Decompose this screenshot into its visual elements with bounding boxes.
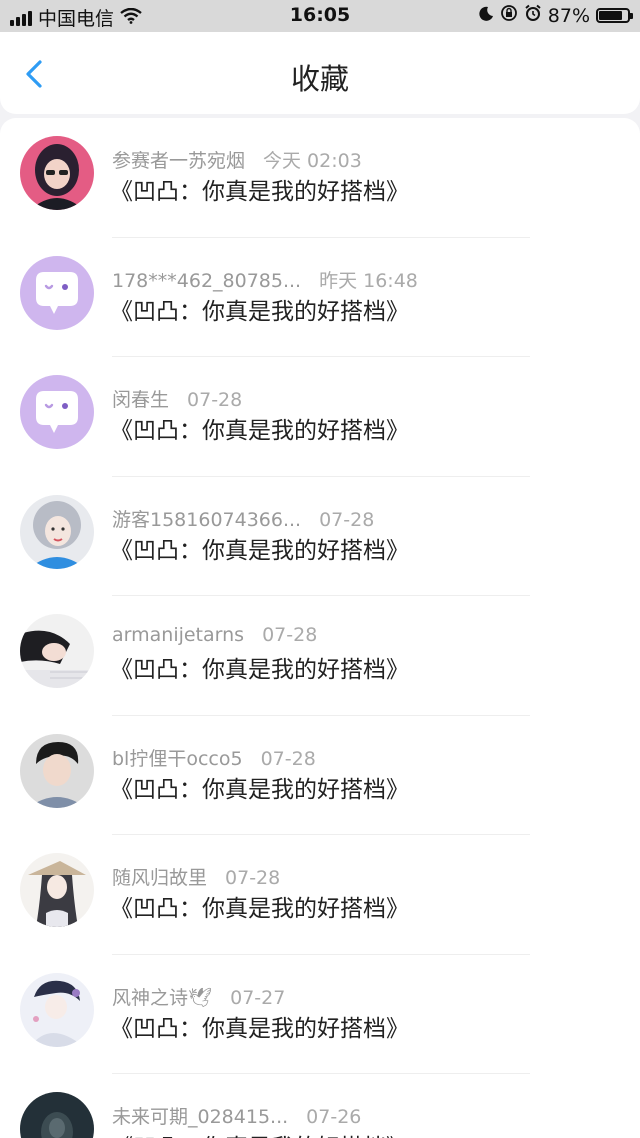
item-meta: 风神之诗🕊 07-27 bbox=[112, 983, 285, 1010]
avatar[interactable] bbox=[20, 255, 94, 330]
user-name: 闵春生 bbox=[112, 389, 170, 411]
item-time: 07-28 bbox=[187, 389, 243, 411]
user-name: 178***462_80785... bbox=[112, 269, 302, 292]
item-title: 《凹凸：你真是我的好搭档》 bbox=[110, 1128, 409, 1138]
status-bar: 中国电信 16:05 87% bbox=[0, 0, 640, 32]
list-item[interactable]: 未来可期_028415... 07-26 《凹凸：你真是我的好搭档》 bbox=[0, 1074, 640, 1138]
item-meta: 游客15816074366... 07-28 bbox=[112, 505, 374, 532]
user-name: 游客15816074366... bbox=[112, 508, 302, 531]
avatar[interactable] bbox=[20, 494, 94, 569]
nav-bar: 收藏 bbox=[0, 32, 640, 114]
rotation-lock-icon bbox=[500, 4, 518, 27]
avatar[interactable] bbox=[20, 853, 94, 927]
item-meta: 未来可期_028415... 07-26 bbox=[112, 1102, 361, 1129]
status-right: 87% bbox=[478, 4, 633, 27]
avatar[interactable] bbox=[20, 733, 94, 808]
user-name: 未来可期_028415... bbox=[112, 1106, 289, 1128]
list-item[interactable]: armanijetarns 07-28 《凹凸：你真是我的好搭档》 bbox=[0, 596, 640, 716]
item-title: 《凹凸：你真是我的好搭档》 bbox=[110, 776, 409, 803]
list-item[interactable]: 游客15816074366... 07-28 《凹凸：你真是我的好搭档》 bbox=[0, 477, 640, 596]
favorites-screen: 中国电信 16:05 87% 收藏 参赛者一苏宛烟 今天 02:03 《凹凸：你… bbox=[0, 0, 640, 1138]
avatar[interactable] bbox=[20, 375, 94, 449]
battery-icon bbox=[596, 8, 633, 23]
avatar[interactable] bbox=[20, 136, 94, 210]
user-name: 随风归故里 bbox=[112, 867, 208, 889]
item-meta: 参赛者一苏宛烟 今天 02:03 bbox=[112, 146, 362, 173]
chat-bubble-icon bbox=[20, 255, 94, 330]
list-item[interactable]: 178***462_80785... 昨天 16:48 《凹凸：你真是我的好搭档》 bbox=[0, 238, 640, 357]
battery-percent: 87% bbox=[547, 4, 590, 27]
avatar[interactable] bbox=[20, 1092, 94, 1138]
list-item[interactable]: 随风归故里 07-28 《凹凸：你真是我的好搭档》 bbox=[0, 835, 640, 955]
item-title: 《凹凸：你真是我的好搭档》 bbox=[110, 896, 409, 922]
alarm-icon bbox=[524, 4, 542, 27]
item-meta: 178***462_80785... 昨天 16:48 bbox=[112, 266, 418, 293]
chat-bubble-icon bbox=[20, 375, 94, 449]
item-meta: armanijetarns 07-28 bbox=[112, 624, 317, 646]
list-item[interactable]: 闵春生 07-28 《凹凸：你真是我的好搭档》 bbox=[0, 357, 640, 477]
item-time: 今天 02:03 bbox=[263, 150, 362, 172]
avatar[interactable] bbox=[20, 972, 94, 1047]
user-name: armanijetarns bbox=[112, 624, 245, 646]
item-time: 07-26 bbox=[306, 1106, 362, 1128]
item-title: 《凹凸：你真是我的好搭档》 bbox=[110, 1015, 409, 1042]
item-time: 07-28 bbox=[319, 508, 375, 531]
favorites-list: 参赛者一苏宛烟 今天 02:03 《凹凸：你真是我的好搭档》 178***462_… bbox=[0, 118, 640, 1138]
item-time: 07-28 bbox=[260, 747, 316, 770]
item-time: 07-28 bbox=[262, 624, 318, 646]
item-meta: 随风归故里 07-28 bbox=[112, 863, 280, 890]
item-time: 07-27 bbox=[230, 986, 286, 1009]
item-title: 《凹凸：你真是我的好搭档》 bbox=[110, 657, 409, 683]
list-item[interactable]: 风神之诗🕊 07-27 《凹凸：你真是我的好搭档》 bbox=[0, 955, 640, 1074]
list-item[interactable]: 参赛者一苏宛烟 今天 02:03 《凹凸：你真是我的好搭档》 bbox=[0, 118, 640, 238]
moon-icon bbox=[478, 5, 494, 27]
list-item[interactable]: bl拧俚干occo5 07-28 《凹凸：你真是我的好搭档》 bbox=[0, 716, 640, 835]
item-title: 《凹凸：你真是我的好搭档》 bbox=[110, 537, 409, 564]
user-name: 风神之诗🕊 bbox=[112, 986, 213, 1009]
battery-level-fill bbox=[599, 11, 622, 20]
item-time: 07-28 bbox=[225, 867, 281, 889]
page-title: 收藏 bbox=[290, 62, 349, 96]
item-time: 昨天 16:48 bbox=[319, 269, 418, 292]
item-meta: bl拧俚干occo5 07-28 bbox=[112, 744, 316, 771]
item-title: 《凹凸：你真是我的好搭档》 bbox=[110, 179, 409, 205]
item-meta: 闵春生 07-28 bbox=[112, 385, 242, 412]
item-title: 《凹凸：你真是我的好搭档》 bbox=[110, 298, 409, 325]
item-title: 《凹凸：你真是我的好搭档》 bbox=[110, 418, 409, 444]
avatar[interactable] bbox=[20, 614, 94, 688]
user-name: bl拧俚干occo5 bbox=[112, 747, 243, 770]
user-name: 参赛者一苏宛烟 bbox=[112, 150, 246, 172]
